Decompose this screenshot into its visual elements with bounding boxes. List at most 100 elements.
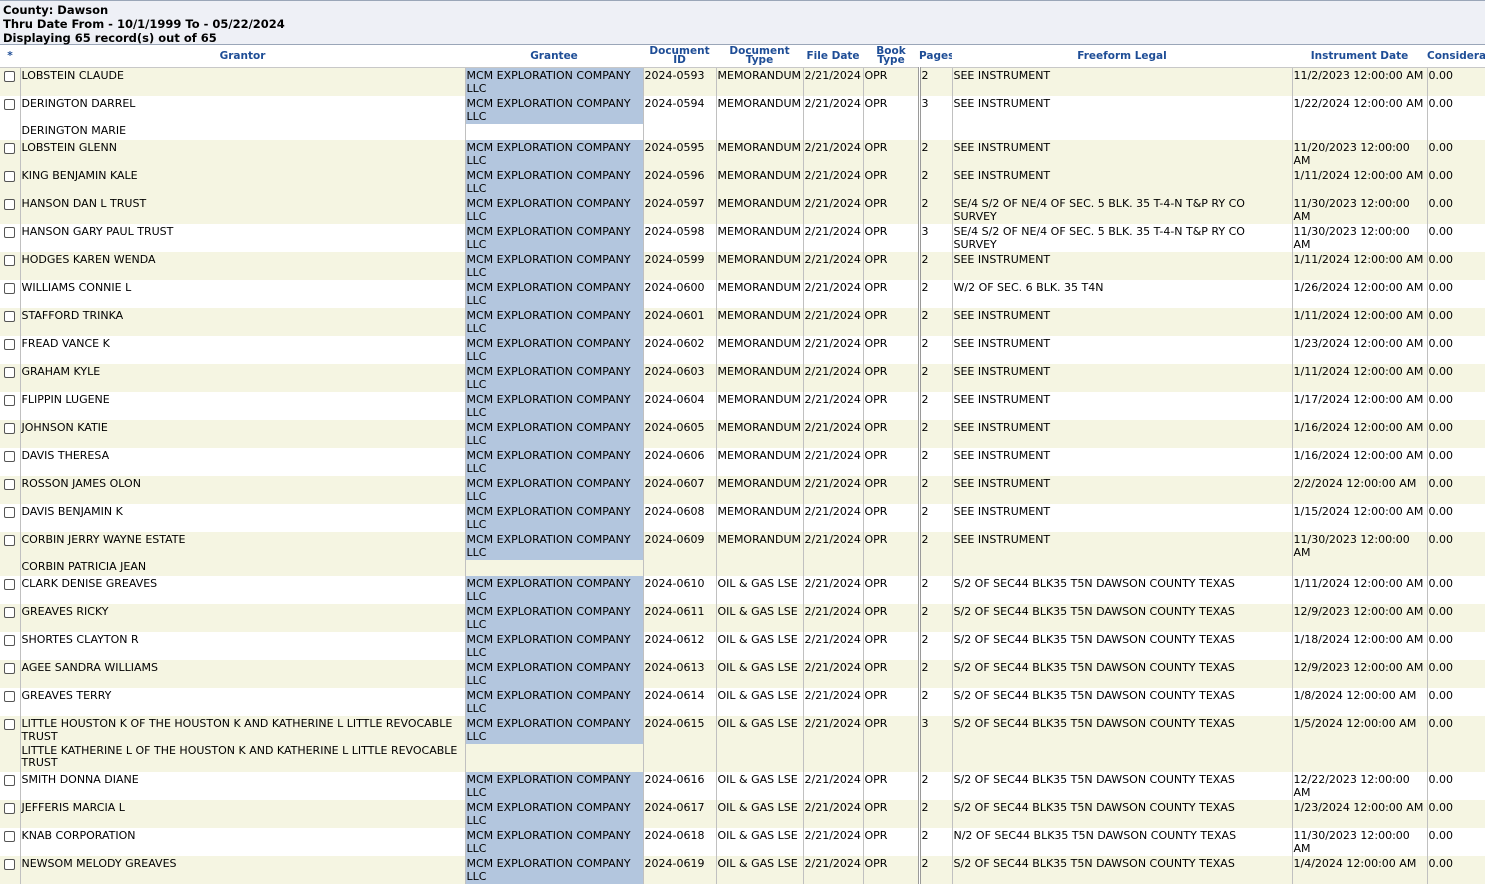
row-checkbox[interactable] (4, 579, 15, 590)
grantee-cell[interactable]: MCM EXPLORATION COMPANY LLC (465, 224, 643, 252)
table-row[interactable]: FLIPPIN LUGENEMCM EXPLORATION COMPANY LL… (0, 392, 1485, 420)
table-row[interactable]: HANSON GARY PAUL TRUSTMCM EXPLORATION CO… (0, 224, 1485, 252)
row-checkbox[interactable] (4, 423, 15, 434)
col-grantor[interactable]: Grantor (20, 45, 465, 68)
table-row[interactable]: LOBSTEIN GLENNMCM EXPLORATION COMPANY LL… (0, 140, 1485, 168)
grantee-cell[interactable]: MCM EXPLORATION COMPANY LLC (465, 140, 643, 168)
grantee-cell[interactable]: MCM EXPLORATION COMPANY LLC (465, 576, 643, 604)
document-id-cell[interactable]: 2024-0614 (643, 688, 716, 716)
grantor-cell[interactable]: NEWSOM MELODY GREAVES (20, 856, 465, 884)
row-checkbox[interactable] (4, 859, 15, 870)
grantor-cell[interactable]: KING BENJAMIN KALE (20, 168, 465, 196)
table-row[interactable]: AGEE SANDRA WILLIAMSMCM EXPLORATION COMP… (0, 660, 1485, 688)
row-checkbox[interactable] (4, 367, 15, 378)
table-row[interactable]: ROSSON JAMES OLONMCM EXPLORATION COMPANY… (0, 476, 1485, 504)
row-checkbox[interactable] (4, 803, 15, 814)
row-checkbox[interactable] (4, 719, 15, 730)
grantor-cell[interactable]: SMITH DONNA DIANE (20, 772, 465, 800)
row-checkbox[interactable] (4, 71, 15, 82)
grantee-cell[interactable]: MCM EXPLORATION COMPANY LLC (465, 532, 643, 560)
col-file-date[interactable]: File Date (803, 45, 863, 68)
document-id-cell[interactable]: 2024-0608 (643, 504, 716, 532)
grantor-cell[interactable]: CORBIN PATRICIA JEAN (20, 560, 465, 576)
document-id-cell[interactable]: 2024-0601 (643, 308, 716, 336)
document-id-cell[interactable]: 2024-0598 (643, 224, 716, 252)
grantee-cell[interactable]: MCM EXPLORATION COMPANY LLC (465, 196, 643, 224)
grantor-cell[interactable]: JEFFERIS MARCIA L (20, 800, 465, 828)
table-row[interactable]: DAVIS BENJAMIN KMCM EXPLORATION COMPANY … (0, 504, 1485, 532)
table-row[interactable]: WILLIAMS CONNIE LMCM EXPLORATION COMPANY… (0, 280, 1485, 308)
grantee-cell[interactable]: MCM EXPLORATION COMPANY LLC (465, 96, 643, 124)
grantor-cell[interactable]: LOBSTEIN GLENN (20, 140, 465, 168)
col-select-all[interactable]: * (0, 45, 20, 68)
document-id-cell[interactable]: 2024-0609 (643, 532, 716, 560)
document-id-cell[interactable]: 2024-0594 (643, 96, 716, 124)
grantor-cell[interactable]: JOHNSON KATIE (20, 420, 465, 448)
grantor-cell[interactable]: ROSSON JAMES OLON (20, 476, 465, 504)
grantor-cell[interactable]: HANSON GARY PAUL TRUST (20, 224, 465, 252)
table-row[interactable]: JOHNSON KATIEMCM EXPLORATION COMPANY LLC… (0, 420, 1485, 448)
table-row[interactable]: LITTLE HOUSTON K OF THE HOUSTON K AND KA… (0, 716, 1485, 744)
table-row[interactable]: GREAVES TERRYMCM EXPLORATION COMPANY LLC… (0, 688, 1485, 716)
document-id-cell[interactable]: 2024-0606 (643, 448, 716, 476)
grantee-cell[interactable]: MCM EXPLORATION COMPANY LLC (465, 336, 643, 364)
col-freeform-legal[interactable]: Freeform Legal (952, 45, 1292, 68)
table-row[interactable]: SMITH DONNA DIANEMCM EXPLORATION COMPANY… (0, 772, 1485, 800)
grantor-cell[interactable]: GRAHAM KYLE (20, 364, 465, 392)
grantor-cell[interactable]: CORBIN JERRY WAYNE ESTATE (20, 532, 465, 560)
grantor-cell[interactable]: FLIPPIN LUGENE (20, 392, 465, 420)
table-row[interactable]: CORBIN JERRY WAYNE ESTATEMCM EXPLORATION… (0, 532, 1485, 560)
grantee-cell[interactable]: MCM EXPLORATION COMPANY LLC (465, 448, 643, 476)
col-grantee[interactable]: Grantee (465, 45, 643, 68)
row-checkbox[interactable] (4, 831, 15, 842)
grantor-cell[interactable]: KNAB CORPORATION (20, 828, 465, 856)
grantor-cell[interactable]: DAVIS THERESA (20, 448, 465, 476)
table-row[interactable]: STAFFORD TRINKAMCM EXPLORATION COMPANY L… (0, 308, 1485, 336)
row-checkbox[interactable] (4, 143, 15, 154)
row-checkbox[interactable] (4, 535, 15, 546)
document-id-cell[interactable]: 2024-0599 (643, 252, 716, 280)
grantor-cell[interactable]: GREAVES RICKY (20, 604, 465, 632)
document-id-cell[interactable]: 2024-0595 (643, 140, 716, 168)
grantor-cell[interactable]: GREAVES TERRY (20, 688, 465, 716)
grantee-cell[interactable]: MCM EXPLORATION COMPANY LLC (465, 392, 643, 420)
document-id-cell[interactable]: 2024-0604 (643, 392, 716, 420)
grantor-cell[interactable]: CLARK DENISE GREAVES (20, 576, 465, 604)
grantee-cell[interactable]: MCM EXPLORATION COMPANY LLC (465, 364, 643, 392)
document-id-cell[interactable]: 2024-0616 (643, 772, 716, 800)
document-id-cell[interactable]: 2024-0597 (643, 196, 716, 224)
table-row[interactable]: HODGES KAREN WENDAMCM EXPLORATION COMPAN… (0, 252, 1485, 280)
document-id-cell[interactable]: 2024-0618 (643, 828, 716, 856)
grantee-cell[interactable]: MCM EXPLORATION COMPANY LLC (465, 856, 643, 884)
grantor-cell[interactable]: STAFFORD TRINKA (20, 308, 465, 336)
grantee-cell[interactable]: MCM EXPLORATION COMPANY LLC (465, 632, 643, 660)
grantee-cell[interactable]: MCM EXPLORATION COMPANY LLC (465, 660, 643, 688)
document-id-cell[interactable]: 2024-0615 (643, 716, 716, 744)
row-checkbox[interactable] (4, 691, 15, 702)
grantor-cell[interactable]: DAVIS BENJAMIN K (20, 504, 465, 532)
col-consideration[interactable]: Considera (1427, 45, 1485, 68)
grantor-cell[interactable]: LITTLE KATHERINE L OF THE HOUSTON K AND … (20, 744, 465, 772)
row-checkbox[interactable] (4, 607, 15, 618)
table-row[interactable]: JEFFERIS MARCIA LMCM EXPLORATION COMPANY… (0, 800, 1485, 828)
row-checkbox[interactable] (4, 171, 15, 182)
row-checkbox[interactable] (4, 775, 15, 786)
table-row[interactable]: KING BENJAMIN KALEMCM EXPLORATION COMPAN… (0, 168, 1485, 196)
document-id-cell[interactable]: 2024-0605 (643, 420, 716, 448)
table-row[interactable]: FREAD VANCE KMCM EXPLORATION COMPANY LLC… (0, 336, 1485, 364)
document-id-cell[interactable]: 2024-0602 (643, 336, 716, 364)
row-checkbox[interactable] (4, 395, 15, 406)
grantor-cell[interactable]: DERINGTON MARIE (20, 124, 465, 140)
table-row[interactable]: DAVIS THERESAMCM EXPLORATION COMPANY LLC… (0, 448, 1485, 476)
col-document-type[interactable]: DocumentType (716, 45, 803, 68)
grantee-cell[interactable]: MCM EXPLORATION COMPANY LLC (465, 476, 643, 504)
document-id-cell[interactable]: 2024-0611 (643, 604, 716, 632)
row-checkbox[interactable] (4, 227, 15, 238)
row-checkbox[interactable] (4, 199, 15, 210)
col-pages[interactable]: Pages (919, 45, 952, 68)
document-id-cell[interactable]: 2024-0603 (643, 364, 716, 392)
grantee-cell[interactable]: MCM EXPLORATION COMPANY LLC (465, 716, 643, 744)
col-instrument-date[interactable]: Instrument Date (1292, 45, 1427, 68)
row-checkbox[interactable] (4, 507, 15, 518)
row-checkbox[interactable] (4, 339, 15, 350)
